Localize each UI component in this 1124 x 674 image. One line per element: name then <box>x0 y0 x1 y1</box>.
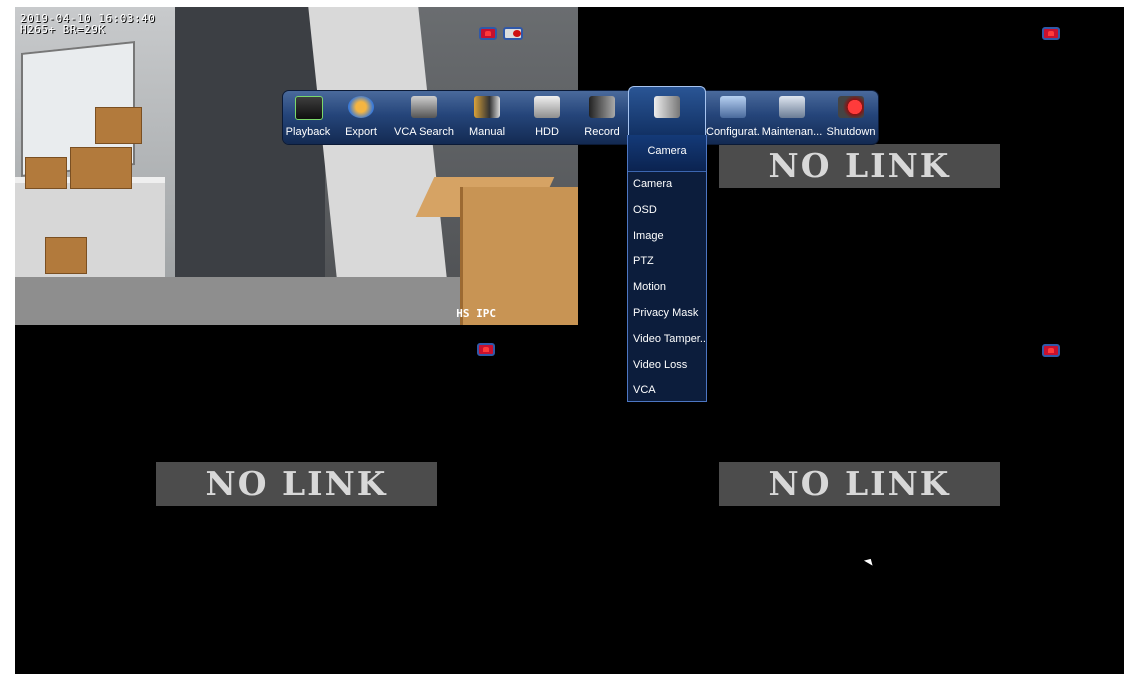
shelf <box>15 177 165 293</box>
camera-1-live-view[interactable]: 2019-04-10 16:03:40 H265+ BR=29K HS IPC <box>15 7 578 325</box>
alarm-icon <box>477 343 495 356</box>
alarm-icon <box>479 27 497 40</box>
hdd-icon <box>534 96 560 118</box>
toolbar-shutdown[interactable]: Shutdown <box>824 91 878 144</box>
alarm-icon <box>1042 344 1060 357</box>
toolbar-manual[interactable]: Manual <box>463 91 511 144</box>
maintenance-icon <box>779 96 805 118</box>
stream-info: H265+ BR=29K <box>20 23 106 36</box>
toolbar-configuration[interactable]: Configurat... <box>706 91 760 144</box>
toolbar-vca-search[interactable]: VCA Search <box>387 91 461 144</box>
no-link-banner: NO LINK <box>719 462 1000 506</box>
toolbar-export[interactable]: Export <box>337 91 385 144</box>
camera-submenu-item-privacy-mask[interactable]: Privacy Mask <box>628 301 706 327</box>
camera-submenu-title: Camera <box>628 135 706 172</box>
manual-icon <box>474 96 500 118</box>
camera-submenu-item-image[interactable]: Image <box>628 224 706 250</box>
cardboard-box <box>460 187 578 325</box>
door <box>175 7 325 307</box>
main-menu-toolbar: Playback Export VCA Search Manual HDD Re… <box>283 86 878 145</box>
toolbar-playback[interactable]: Playback <box>283 91 333 144</box>
vca-search-icon <box>411 96 437 118</box>
playback-icon <box>295 96 323 120</box>
camera-submenu: Camera Camera OSD Image PTZ Motion Privacy Ma… <box>627 135 707 402</box>
camera-submenu-item-osd[interactable]: OSD <box>628 198 706 224</box>
mouse-cursor <box>863 556 876 566</box>
record-icon <box>589 96 615 118</box>
camera-submenu-item-ptz[interactable]: PTZ <box>628 249 706 275</box>
shutdown-icon <box>838 96 864 118</box>
camera-submenu-item-motion[interactable]: Motion <box>628 275 706 301</box>
toolbar-record[interactable]: Record <box>579 91 625 144</box>
camera-submenu-item-video-tamper[interactable]: Video Tamper... <box>628 327 706 353</box>
no-link-banner: NO LINK <box>156 462 437 506</box>
camera-submenu-item-camera[interactable]: Camera <box>628 172 706 198</box>
camera-submenu-item-vca[interactable]: VCA <box>628 378 706 404</box>
export-icon <box>348 96 374 118</box>
brand-tag: HS IPC <box>456 307 496 320</box>
alarm-icon <box>1042 27 1060 40</box>
motion-alarm-icon <box>503 27 523 40</box>
toolbar-hdd[interactable]: HDD <box>523 91 571 144</box>
configuration-icon <box>720 96 746 118</box>
camera-icon <box>654 96 680 118</box>
toolbar-maintenance[interactable]: Maintenan... <box>760 91 824 144</box>
camera-submenu-item-video-loss[interactable]: Video Loss <box>628 353 706 379</box>
no-link-banner: NO LINK <box>719 144 1000 188</box>
nvr-screen: 2019-04-10 16:03:40 H265+ BR=29K HS IPC … <box>15 7 1124 674</box>
